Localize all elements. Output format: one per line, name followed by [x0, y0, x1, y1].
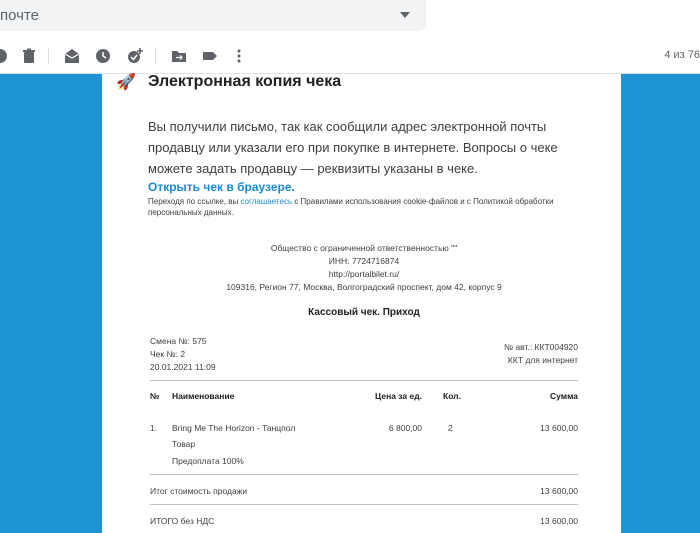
item-payment: Предоплата 100%	[172, 456, 244, 466]
toolbar-divider	[48, 48, 49, 64]
search-bar[interactable]: почте	[0, 0, 426, 31]
seller-name: Общество с ограниченной ответственностью…	[270, 243, 458, 253]
total-label: Итог стоимость продажи	[150, 486, 248, 496]
message-toolbar: 4 из 76	[0, 38, 700, 74]
col-header-name: Наименование	[172, 391, 235, 401]
search-options-icon[interactable]	[400, 12, 410, 18]
receipt-datetime: 20.01.2021 11:09	[150, 362, 216, 372]
item-price: 6 800,00	[388, 423, 422, 433]
check-number: Чек №: 2	[150, 349, 186, 359]
col-header-num: №	[150, 391, 160, 401]
move-to-icon[interactable]	[170, 47, 188, 65]
item-qty: 2	[448, 423, 453, 433]
item-name: Bring Me The Horizon - Танцпол	[172, 423, 296, 433]
seller-address: 109316, Регион 77, Москва, Волгоградский…	[226, 282, 502, 292]
table-divider	[150, 504, 578, 505]
open-in-browser-link[interactable]: Открыть чек в браузере.	[148, 180, 295, 194]
toolbar-divider	[155, 48, 156, 64]
consent-note: Переходя по ссылке, вы соглашаетесь с Пр…	[148, 196, 568, 218]
table-divider	[150, 474, 578, 475]
consent-link[interactable]: соглашаетесь	[240, 197, 292, 206]
email-title: Электронная копия чека	[148, 73, 342, 90]
snooze-icon[interactable]	[94, 47, 112, 65]
col-header-sum: Сумма	[550, 391, 578, 401]
col-header-qty: Кол.	[443, 391, 461, 401]
item-num: 1.	[150, 423, 158, 433]
shift-number: Смена №: 575	[150, 336, 207, 346]
total-value: 13 600,00	[540, 486, 578, 496]
email-body-text: Вы получили письмо, так как сообщили адр…	[148, 119, 558, 176]
delete-icon[interactable]	[20, 47, 38, 65]
vat-value: 13 600,00	[540, 516, 578, 526]
kkt-number: № авт.: ККТ004920	[503, 342, 578, 352]
report-spam-icon[interactable]	[0, 47, 9, 65]
label-icon[interactable]	[201, 47, 219, 65]
pager-count: 4 из 76	[664, 49, 700, 61]
receipt-title: Кассовый чек. Приход	[308, 307, 420, 318]
rocket-icon: 🚀	[116, 74, 136, 91]
table-divider	[150, 380, 578, 381]
seller-site: http://portalbilet.ru/	[328, 269, 400, 279]
item-type: Товар	[172, 439, 196, 449]
consent-note-text: Переходя по ссылке, вы	[148, 197, 241, 206]
col-header-price: Цена за ед.	[375, 391, 422, 401]
vat-label: ИТОГО без НДС	[150, 516, 215, 526]
kkt-type: ККТ для интернет	[507, 355, 578, 365]
search-input[interactable]: почте	[0, 7, 39, 24]
mark-as-read-icon[interactable]	[63, 47, 81, 65]
seller-inn: ИНН: 7724716874	[328, 256, 400, 266]
add-to-tasks-icon[interactable]	[126, 47, 144, 65]
more-options-icon[interactable]	[230, 47, 248, 65]
item-sum: 13 600,00	[540, 423, 578, 433]
